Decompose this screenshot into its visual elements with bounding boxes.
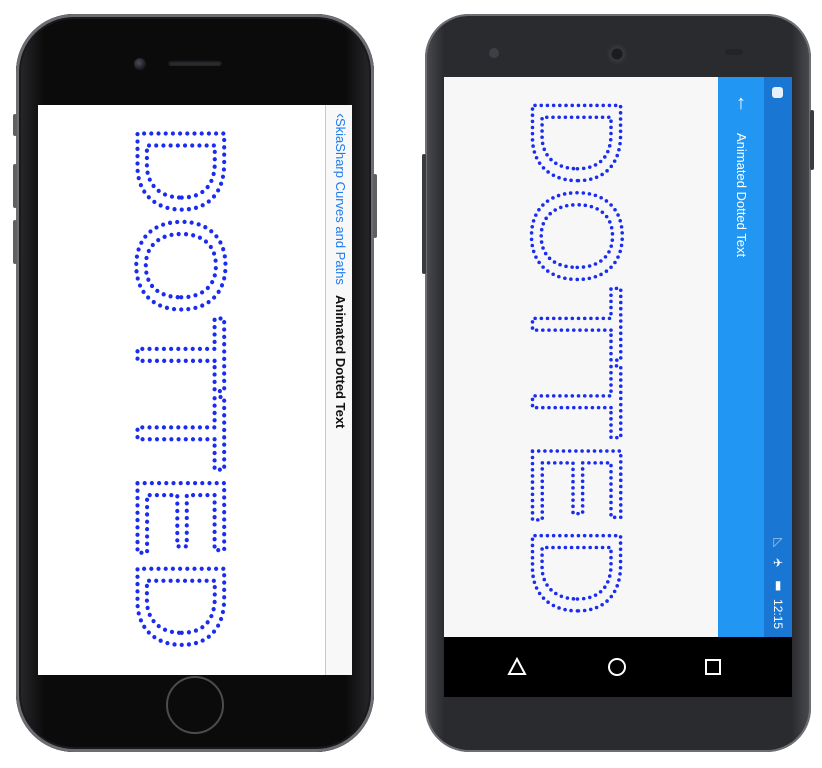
nav-recents-icon[interactable] xyxy=(700,654,726,680)
earpiece-speaker xyxy=(168,60,222,66)
back-button[interactable]: SkiaSharp Curves and Paths xyxy=(333,118,348,285)
home-button[interactable] xyxy=(166,676,224,734)
airplane-mode-icon: ✈ xyxy=(771,556,785,571)
light-sensor xyxy=(725,49,743,55)
ios-screen: DOTTED ‹SkiaSharp Curves and Paths Anima… xyxy=(38,105,352,675)
android-device: DOTTED ↑ Animated Dotted Text ◸ ✈ ▮ 12:1… xyxy=(422,14,814,752)
earpiece-speaker xyxy=(606,43,628,65)
dotted-text: DOTTED xyxy=(505,95,648,617)
dotted-text: DOTTED xyxy=(111,123,252,651)
android-dotted-text-canvas: DOTTED xyxy=(503,93,650,619)
iphone-volume-down-button xyxy=(13,220,17,264)
nav-back-icon[interactable] xyxy=(504,654,530,680)
android-content: DOTTED xyxy=(444,77,718,637)
ios-dotted-text-canvas: DOTTED xyxy=(108,121,253,653)
iphone-power-button xyxy=(373,174,377,238)
android-app-bar: ↑ Animated Dotted Text xyxy=(718,77,764,637)
nav-home-icon[interactable] xyxy=(604,654,630,680)
page-title: Animated Dotted Text xyxy=(734,133,749,258)
battery-charging-icon: ▮ xyxy=(771,577,785,592)
no-signal-icon: ◸ xyxy=(771,535,785,549)
front-camera xyxy=(134,58,146,70)
status-time: 12:15 xyxy=(771,599,785,630)
iphone-mute-switch xyxy=(13,114,17,136)
proximity-sensor xyxy=(489,48,499,58)
android-navigation-bar xyxy=(444,637,792,697)
ios-nav-content: ‹SkiaSharp Curves and Paths Animated Dot… xyxy=(329,113,351,428)
back-arrow-icon[interactable]: ↑ xyxy=(727,89,755,117)
android-screen: DOTTED ↑ Animated Dotted Text ◸ ✈ ▮ 12:1… xyxy=(444,77,792,697)
ios-navigation-bar: ‹SkiaSharp Curves and Paths Animated Dot… xyxy=(325,105,352,675)
page-title: Animated Dotted Text xyxy=(333,294,348,429)
iphone-volume-up-button xyxy=(13,164,17,208)
android-power-button xyxy=(810,110,814,170)
android-notification-icon xyxy=(772,87,783,98)
status-icons: ◸ ✈ ▮ 12:15 xyxy=(764,535,792,629)
iphone-device: DOTTED ‹SkiaSharp Curves and Paths Anima… xyxy=(13,14,377,752)
android-status-bar: ◸ ✈ ▮ 12:15 xyxy=(764,77,792,637)
android-volume-rocker xyxy=(422,154,426,274)
